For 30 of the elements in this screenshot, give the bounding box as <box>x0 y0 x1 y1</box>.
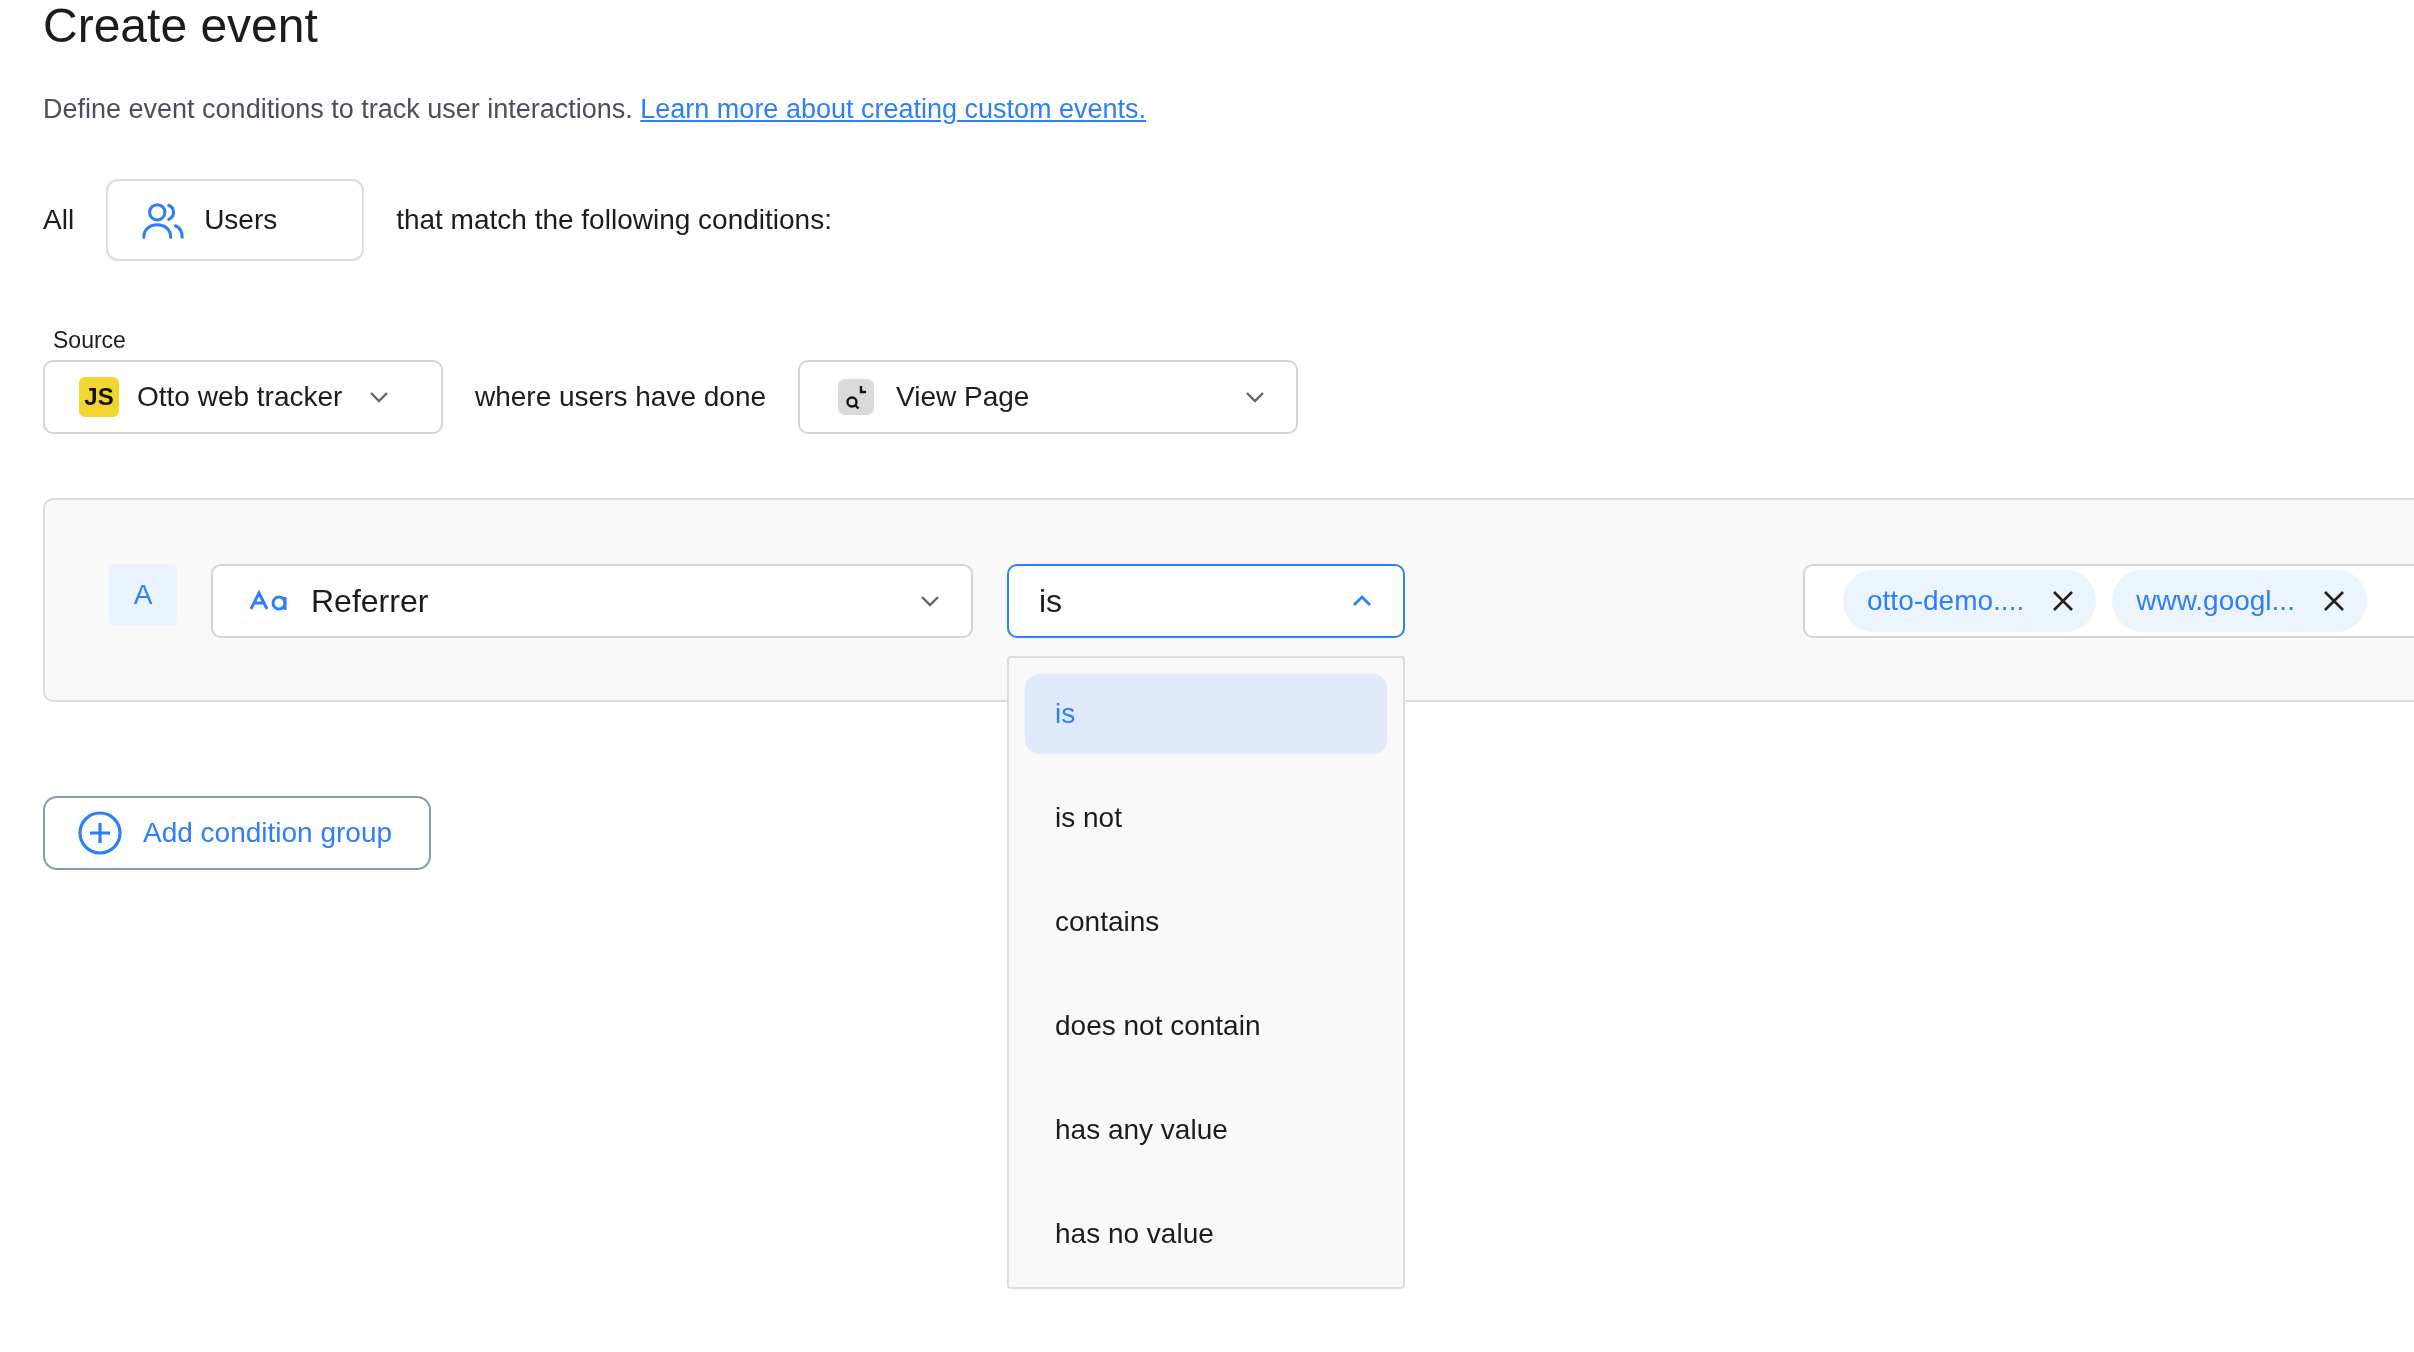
operator-select[interactable]: is <box>1007 564 1405 638</box>
event-select[interactable]: View Page <box>798 360 1299 434</box>
connector-label: where users have done <box>475 381 767 413</box>
close-icon[interactable] <box>2322 590 2345 612</box>
chevron-down-icon <box>1244 390 1267 404</box>
page-description: Define event conditions to track user interactions. Learn more about creating custom events. <box>43 94 1148 125</box>
operator-option[interactable]: contains <box>1025 882 1387 962</box>
property-select[interactable]: Referrer <box>211 564 973 638</box>
group-letter: A <box>109 564 177 626</box>
operator-option[interactable]: has no value <box>1025 1194 1387 1274</box>
plus-circle-icon <box>77 810 123 856</box>
operator-option[interactable]: has any value <box>1025 1090 1387 1170</box>
operator-option[interactable]: does not contain <box>1025 986 1387 1066</box>
source-select[interactable]: JS Otto web tracker <box>43 360 443 434</box>
chevron-down-icon <box>368 390 391 404</box>
js-badge: JS <box>79 377 119 417</box>
chevron-up-icon <box>1351 594 1373 608</box>
add-condition-group-button[interactable]: Add condition group <box>43 796 431 870</box>
all-label: All <box>43 204 75 236</box>
chevron-down-icon <box>919 594 941 608</box>
conditions-label: that match the following conditions: <box>396 204 832 236</box>
learn-more-link[interactable]: Learn more about creating custom events. <box>640 94 1147 124</box>
page-search-icon <box>838 379 875 415</box>
value-chip: otto-demo.... <box>1843 570 2097 632</box>
value-chip: www.googl... <box>2112 570 2367 632</box>
source-label: Source <box>53 327 127 354</box>
close-icon[interactable] <box>2052 590 2075 612</box>
users-button[interactable]: Users <box>106 179 365 261</box>
operator-option[interactable]: is not <box>1025 778 1387 858</box>
page-title: Create event <box>43 0 319 52</box>
